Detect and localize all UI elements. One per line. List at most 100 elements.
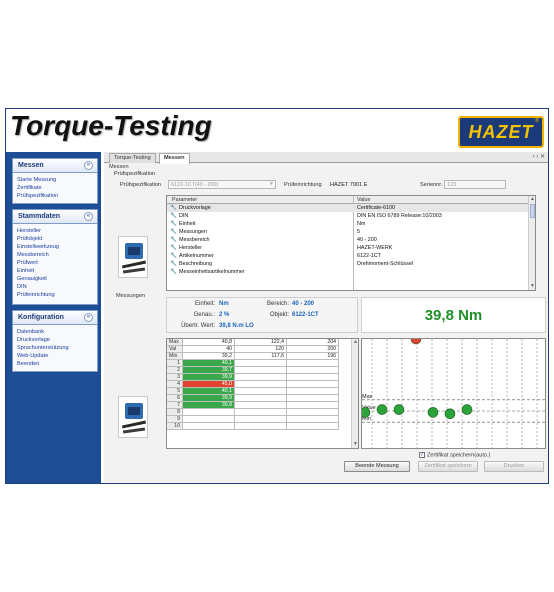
tab-navigation-controls[interactable]: ‹ › ✕ <box>533 153 545 160</box>
panel-header[interactable]: Stammdaten « <box>13 210 97 224</box>
table-row[interactable]: 🔧 Artikelnummer 6122-1CT <box>167 252 535 260</box>
series-number-field[interactable]: 123 <box>444 180 506 189</box>
table-row[interactable]: 🔧 Messeinheitsartikelnummer <box>167 268 535 276</box>
row-index[interactable]: 9 <box>167 416 183 423</box>
collapse-icon[interactable]: « <box>84 161 93 170</box>
measurement-cell[interactable]: 39,7 <box>183 367 235 374</box>
sidebar-item-zertifikate[interactable]: Zertifikate <box>17 184 93 192</box>
summary-cell[interactable]: 120 <box>235 346 287 353</box>
summary-cell[interactable]: 200 <box>287 346 339 353</box>
table-row[interactable]: 🔧 Messbereich 40 - 200 <box>167 236 535 244</box>
measurement-cell[interactable]: 39,9 <box>183 395 235 402</box>
sidebar-item-einstellwerkzeug[interactable]: Einstellwerkzeug <box>17 243 93 251</box>
panel-header[interactable]: Messen « <box>13 159 97 173</box>
row-index[interactable]: 1 <box>167 360 183 367</box>
row-index[interactable]: 8 <box>167 409 183 416</box>
collapse-icon[interactable]: « <box>84 313 93 322</box>
sidebar-item-beenden[interactable]: Beenden <box>17 360 93 368</box>
tab-messen[interactable]: Messen <box>159 153 190 164</box>
summary-cell[interactable]: 39,2 <box>183 353 235 360</box>
sidebar-item-messbereich[interactable]: Messbereich <box>17 251 93 259</box>
scroll-down-icon[interactable]: ▼ <box>352 441 358 448</box>
sidebar-item-hersteller[interactable]: Hersteller <box>17 227 93 235</box>
sidebar-item-din[interactable]: DIN <box>17 283 93 291</box>
measurement-cell[interactable]: 39,9 <box>183 374 235 381</box>
row-index[interactable]: 2 <box>167 367 183 374</box>
autosave-checkbox-row[interactable]: ✓ Zertifikat speichern(auto.) <box>419 452 490 458</box>
row-index[interactable]: 6 <box>167 395 183 402</box>
scroll-up-icon[interactable]: ▲ <box>529 196 535 203</box>
table-row[interactable]: 🔧 Einheit Nm <box>167 220 535 228</box>
spec-dropdown[interactable]: 6122-1CT(40 - 200) ▼ <box>168 180 276 189</box>
sidebar-item-web-update[interactable]: Web-Update <box>17 352 93 360</box>
measurement-cell[interactable] <box>287 423 339 430</box>
summary-cell[interactable]: 40,8 <box>183 339 235 346</box>
sidebar-item-pruefobjekt[interactable]: Prüfobjekt <box>17 235 93 243</box>
measurement-cell[interactable] <box>235 409 287 416</box>
table-row[interactable]: 🔧 Druckvorlage Certificate-6100 <box>167 204 535 212</box>
measurement-cell[interactable] <box>287 367 339 374</box>
sidebar-item-einheit[interactable]: Einheit <box>17 267 93 275</box>
row-index[interactable]: 7 <box>167 402 183 409</box>
summary-cell[interactable]: 122,4 <box>235 339 287 346</box>
measurement-cell[interactable] <box>287 360 339 367</box>
scroll-up-icon[interactable]: ▲ <box>352 339 358 346</box>
summary-cell[interactable]: 117,6 <box>235 353 287 360</box>
row-index[interactable]: 3 <box>167 374 183 381</box>
measurement-cell[interactable] <box>183 416 235 423</box>
table-row[interactable]: 🔧 Beschreibung Drehmoment-Schlüssel <box>167 260 535 268</box>
measurement-cell[interactable] <box>287 388 339 395</box>
measurement-cell[interactable] <box>235 360 287 367</box>
measurement-cell[interactable] <box>287 409 339 416</box>
summary-cell[interactable]: 204 <box>287 339 339 346</box>
measurement-cell[interactable]: 39,8 <box>183 402 235 409</box>
measurement-cell[interactable] <box>287 381 339 388</box>
sidebar-item-datenbank[interactable]: Datenbank <box>17 328 93 336</box>
summary-row-label[interactable]: Val <box>167 346 183 353</box>
sidebar-item-druckvorlage[interactable]: Druckvorlage <box>17 336 93 344</box>
measurement-cell[interactable] <box>235 395 287 402</box>
summary-cell[interactable]: 196 <box>287 353 339 360</box>
table-row[interactable]: 🔧 DIN DIN EN ISO 6789 Release:10/2003 <box>167 212 535 220</box>
measurement-cell[interactable] <box>235 367 287 374</box>
parameter-table-scrollbar[interactable]: ▲ ▼ <box>528 196 535 290</box>
measurement-cell[interactable]: 40,1 <box>183 360 235 367</box>
sidebar-item-starte-messung[interactable]: Starte Messung <box>17 176 93 184</box>
measurement-cell[interactable] <box>183 409 235 416</box>
measurement-cell[interactable] <box>235 381 287 388</box>
sidebar-item-pruefeinrichtung[interactable]: Prüfeinrichtung <box>17 291 93 299</box>
summary-row-label[interactable]: Max <box>167 339 183 346</box>
sidebar-item-pruefspezifikation[interactable]: Prüfspezifikation <box>17 192 93 200</box>
panel-header[interactable]: Konfiguration « <box>13 311 97 325</box>
save-certificate-button[interactable]: Zertifikat speichern <box>418 461 478 472</box>
measurement-cell[interactable] <box>287 402 339 409</box>
table-row[interactable]: 🔧 Messungen 5 <box>167 228 535 236</box>
measurement-cell[interactable]: 40,1 <box>183 388 235 395</box>
measurement-cell[interactable]: 45,0 <box>183 381 235 388</box>
table-row[interactable]: 🔧 Hersteller HAZET-WERK <box>167 244 535 252</box>
sidebar-item-sprachunterstuetzung[interactable]: Sprachunterstützung <box>17 344 93 352</box>
column-parameter[interactable]: Parameter <box>172 197 197 203</box>
finish-measurement-button[interactable]: Beende Messung <box>344 461 410 472</box>
summary-row-label[interactable]: Min <box>167 353 183 360</box>
measurement-cell[interactable] <box>287 395 339 402</box>
grid-scrollbar[interactable]: ▲ ▼ <box>351 339 358 448</box>
measurement-cell[interactable] <box>235 374 287 381</box>
measurement-cell[interactable] <box>235 416 287 423</box>
row-index[interactable]: 4 <box>167 381 183 388</box>
measurement-cell[interactable] <box>235 423 287 430</box>
sidebar-item-genauigkeit[interactable]: Genauigkeit <box>17 275 93 283</box>
row-index[interactable]: 10 <box>167 423 183 430</box>
measurement-cell[interactable] <box>235 388 287 395</box>
measurement-cell[interactable] <box>287 374 339 381</box>
scroll-thumb[interactable] <box>530 204 535 218</box>
tab-torque-testing[interactable]: Torque-Testing <box>109 153 156 163</box>
checkbox-icon[interactable]: ✓ <box>419 452 425 458</box>
summary-cell[interactable]: 40 <box>183 346 235 353</box>
measurement-cell[interactable] <box>235 402 287 409</box>
measurement-cell[interactable] <box>183 423 235 430</box>
collapse-icon[interactable]: « <box>84 212 93 221</box>
print-button[interactable]: Drucken <box>484 461 544 472</box>
measurement-cell[interactable] <box>287 416 339 423</box>
row-index[interactable]: 5 <box>167 388 183 395</box>
